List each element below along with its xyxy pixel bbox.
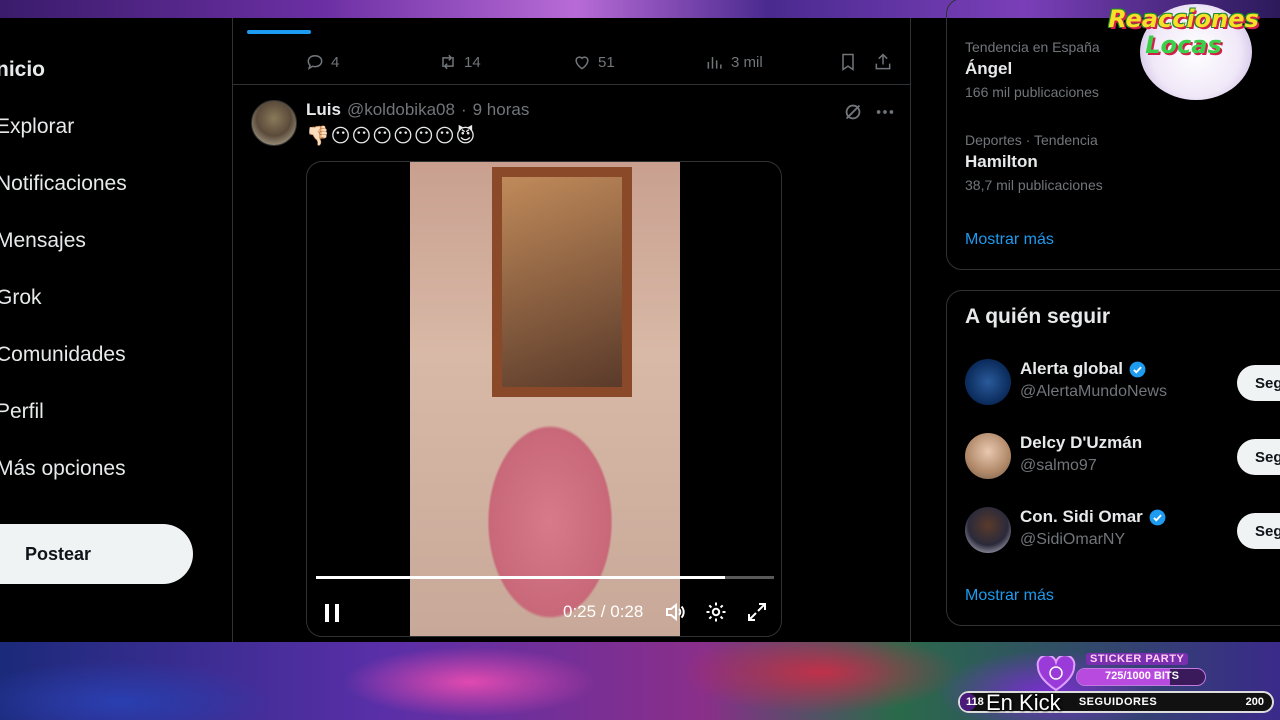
divider bbox=[233, 84, 912, 85]
follow-suggestion[interactable]: Delcy D'Uzmán @salmo97 Seg bbox=[965, 433, 1280, 483]
trend-item[interactable]: Deportes · Tendencia Hamilton 38,7 mil p… bbox=[965, 132, 1103, 193]
heart-icon bbox=[575, 56, 589, 70]
suggestion-name-row: Delcy D'Uzmán bbox=[1020, 433, 1142, 453]
video-player[interactable]: 0:25 / 0:28 bbox=[306, 161, 782, 637]
follow-button[interactable]: Seg bbox=[1237, 513, 1280, 549]
author-name[interactable]: Luis bbox=[306, 100, 341, 120]
like-button[interactable]: 51 bbox=[572, 52, 615, 72]
bookmark-icon bbox=[842, 53, 854, 71]
nav-item-communities[interactable]: Comunidades bbox=[0, 343, 126, 367]
verified-badge-icon bbox=[1129, 361, 1146, 377]
avatar[interactable] bbox=[965, 433, 1011, 479]
video-frame[interactable] bbox=[410, 162, 680, 636]
followers-goal-max: 200 bbox=[1245, 696, 1264, 708]
avatar[interactable] bbox=[965, 507, 1011, 553]
tweet-header: Luis @koldobika08 · 9 horas bbox=[306, 100, 529, 120]
channel-logo: Reacciones Locas bbox=[1087, 6, 1280, 58]
share-button[interactable] bbox=[873, 52, 893, 72]
suggestion-name: Alerta global bbox=[1020, 359, 1123, 378]
video-controls: 0:25 / 0:28 bbox=[307, 592, 781, 632]
pause-icon[interactable] bbox=[322, 602, 342, 624]
logo-line1: Reacciones bbox=[1108, 5, 1259, 33]
prev-tweet-actions: 4 14 51 3 mil bbox=[233, 44, 912, 84]
left-nav: nicio Explorar Notificaciones Mensajes G… bbox=[0, 18, 232, 642]
author-handle[interactable]: @koldobika08 bbox=[347, 100, 455, 120]
who-to-follow-card: A quién seguir Alerta global @AlertaMund… bbox=[946, 290, 1280, 626]
like-count: 51 bbox=[598, 53, 615, 71]
suggestion-name: Con. Sidi Omar bbox=[1020, 507, 1143, 526]
follow-suggestion[interactable]: Alerta global @AlertaMundoNews Seg bbox=[965, 359, 1280, 409]
trend-title: Ángel bbox=[965, 59, 1013, 78]
trends-show-more-link[interactable]: Mostrar más bbox=[965, 231, 1054, 249]
suggestion-name-row: Alerta global bbox=[1020, 359, 1147, 379]
views-icon bbox=[707, 57, 722, 69]
tweet-text: 👎🏻😶😶😶😶😶😶😈 bbox=[306, 126, 477, 147]
trend-meta: Tendencia en España bbox=[965, 39, 1100, 55]
views-button[interactable]: 3 mil bbox=[705, 52, 763, 72]
trend-count: 166 mil publicaciones bbox=[965, 84, 1099, 100]
follow-button[interactable]: Seg bbox=[1237, 439, 1280, 475]
trend-count: 38,7 mil publicaciones bbox=[965, 177, 1103, 193]
nav-item-messages[interactable]: Mensajes bbox=[0, 229, 86, 253]
nav-item-notifications[interactable]: Notificaciones bbox=[0, 172, 127, 196]
repost-icon bbox=[442, 54, 454, 70]
suggestion-handle: @SidiOmarNY bbox=[1020, 531, 1126, 548]
trend-item[interactable]: Tendencia en España Ángel 166 mil public… bbox=[965, 39, 1100, 100]
fullscreen-icon[interactable] bbox=[745, 600, 769, 624]
trend-meta: Deportes · Tendencia bbox=[965, 132, 1098, 148]
right-sidebar: Tendencia en España Ángel 166 mil public… bbox=[911, 0, 1280, 642]
who-to-follow-title: A quién seguir bbox=[965, 305, 1111, 328]
sticker-party-label: STICKER PARTY bbox=[1086, 653, 1189, 665]
separator-dot: · bbox=[460, 100, 467, 119]
share-icon bbox=[875, 53, 891, 70]
gear-icon[interactable] bbox=[704, 600, 728, 624]
post-button[interactable]: Postear bbox=[0, 524, 193, 584]
suggestion-name: Delcy D'Uzmán bbox=[1020, 433, 1143, 452]
video-time: 0:25 / 0:28 bbox=[563, 602, 644, 621]
nav-item-more[interactable]: Más opciones bbox=[0, 457, 126, 481]
grok-icon[interactable] bbox=[842, 101, 864, 123]
follow-show-more-link[interactable]: Mostrar más bbox=[965, 587, 1054, 605]
timeline: 4 14 51 3 mil Luis @koldobika08 · 9 hora… bbox=[232, 18, 912, 642]
follow-suggestion[interactable]: Con. Sidi Omar @SidiOmarNY Seg bbox=[965, 507, 1280, 557]
follow-button[interactable]: Seg bbox=[1237, 365, 1280, 401]
tweet-time[interactable]: 9 horas bbox=[473, 100, 530, 120]
reply-count: 4 bbox=[331, 53, 340, 71]
reply-icon bbox=[307, 54, 323, 70]
avatar[interactable] bbox=[251, 100, 297, 146]
heart-icon bbox=[1036, 656, 1076, 692]
en-kick-text: En Kick bbox=[986, 690, 1061, 715]
logo-line2: Locas bbox=[1145, 31, 1222, 59]
nav-item-grok[interactable]: Grok bbox=[0, 286, 42, 310]
suggestion-name-row: Con. Sidi Omar bbox=[1020, 507, 1167, 527]
volume-icon[interactable] bbox=[663, 600, 687, 624]
more-icon[interactable] bbox=[874, 101, 896, 123]
nav-item-profile[interactable]: Perfil bbox=[0, 400, 44, 424]
suggestion-handle: @salmo97 bbox=[1020, 457, 1097, 474]
repost-count: 14 bbox=[464, 53, 481, 71]
suggestion-handle: @AlertaMundoNews bbox=[1020, 383, 1167, 400]
tab-indicator bbox=[247, 30, 311, 34]
video-background-painting bbox=[492, 167, 632, 397]
verified-badge-icon bbox=[1149, 509, 1166, 525]
bookmark-button[interactable] bbox=[838, 52, 858, 72]
video-progress-bar[interactable] bbox=[316, 576, 774, 579]
views-count: 3 mil bbox=[731, 53, 763, 71]
trend-title: Hamilton bbox=[965, 152, 1038, 171]
nav-item-explore[interactable]: Explorar bbox=[0, 115, 74, 139]
bits-progress-bar: 725/1000 BITS bbox=[1076, 668, 1206, 686]
reply-button[interactable]: 4 bbox=[305, 52, 339, 72]
avatar[interactable] bbox=[965, 359, 1011, 405]
nav-item-home[interactable]: nicio bbox=[0, 58, 45, 82]
repost-button[interactable]: 14 bbox=[438, 52, 481, 72]
video-progress-fill bbox=[316, 576, 725, 579]
bits-text: 725/1000 BITS bbox=[1105, 670, 1179, 682]
